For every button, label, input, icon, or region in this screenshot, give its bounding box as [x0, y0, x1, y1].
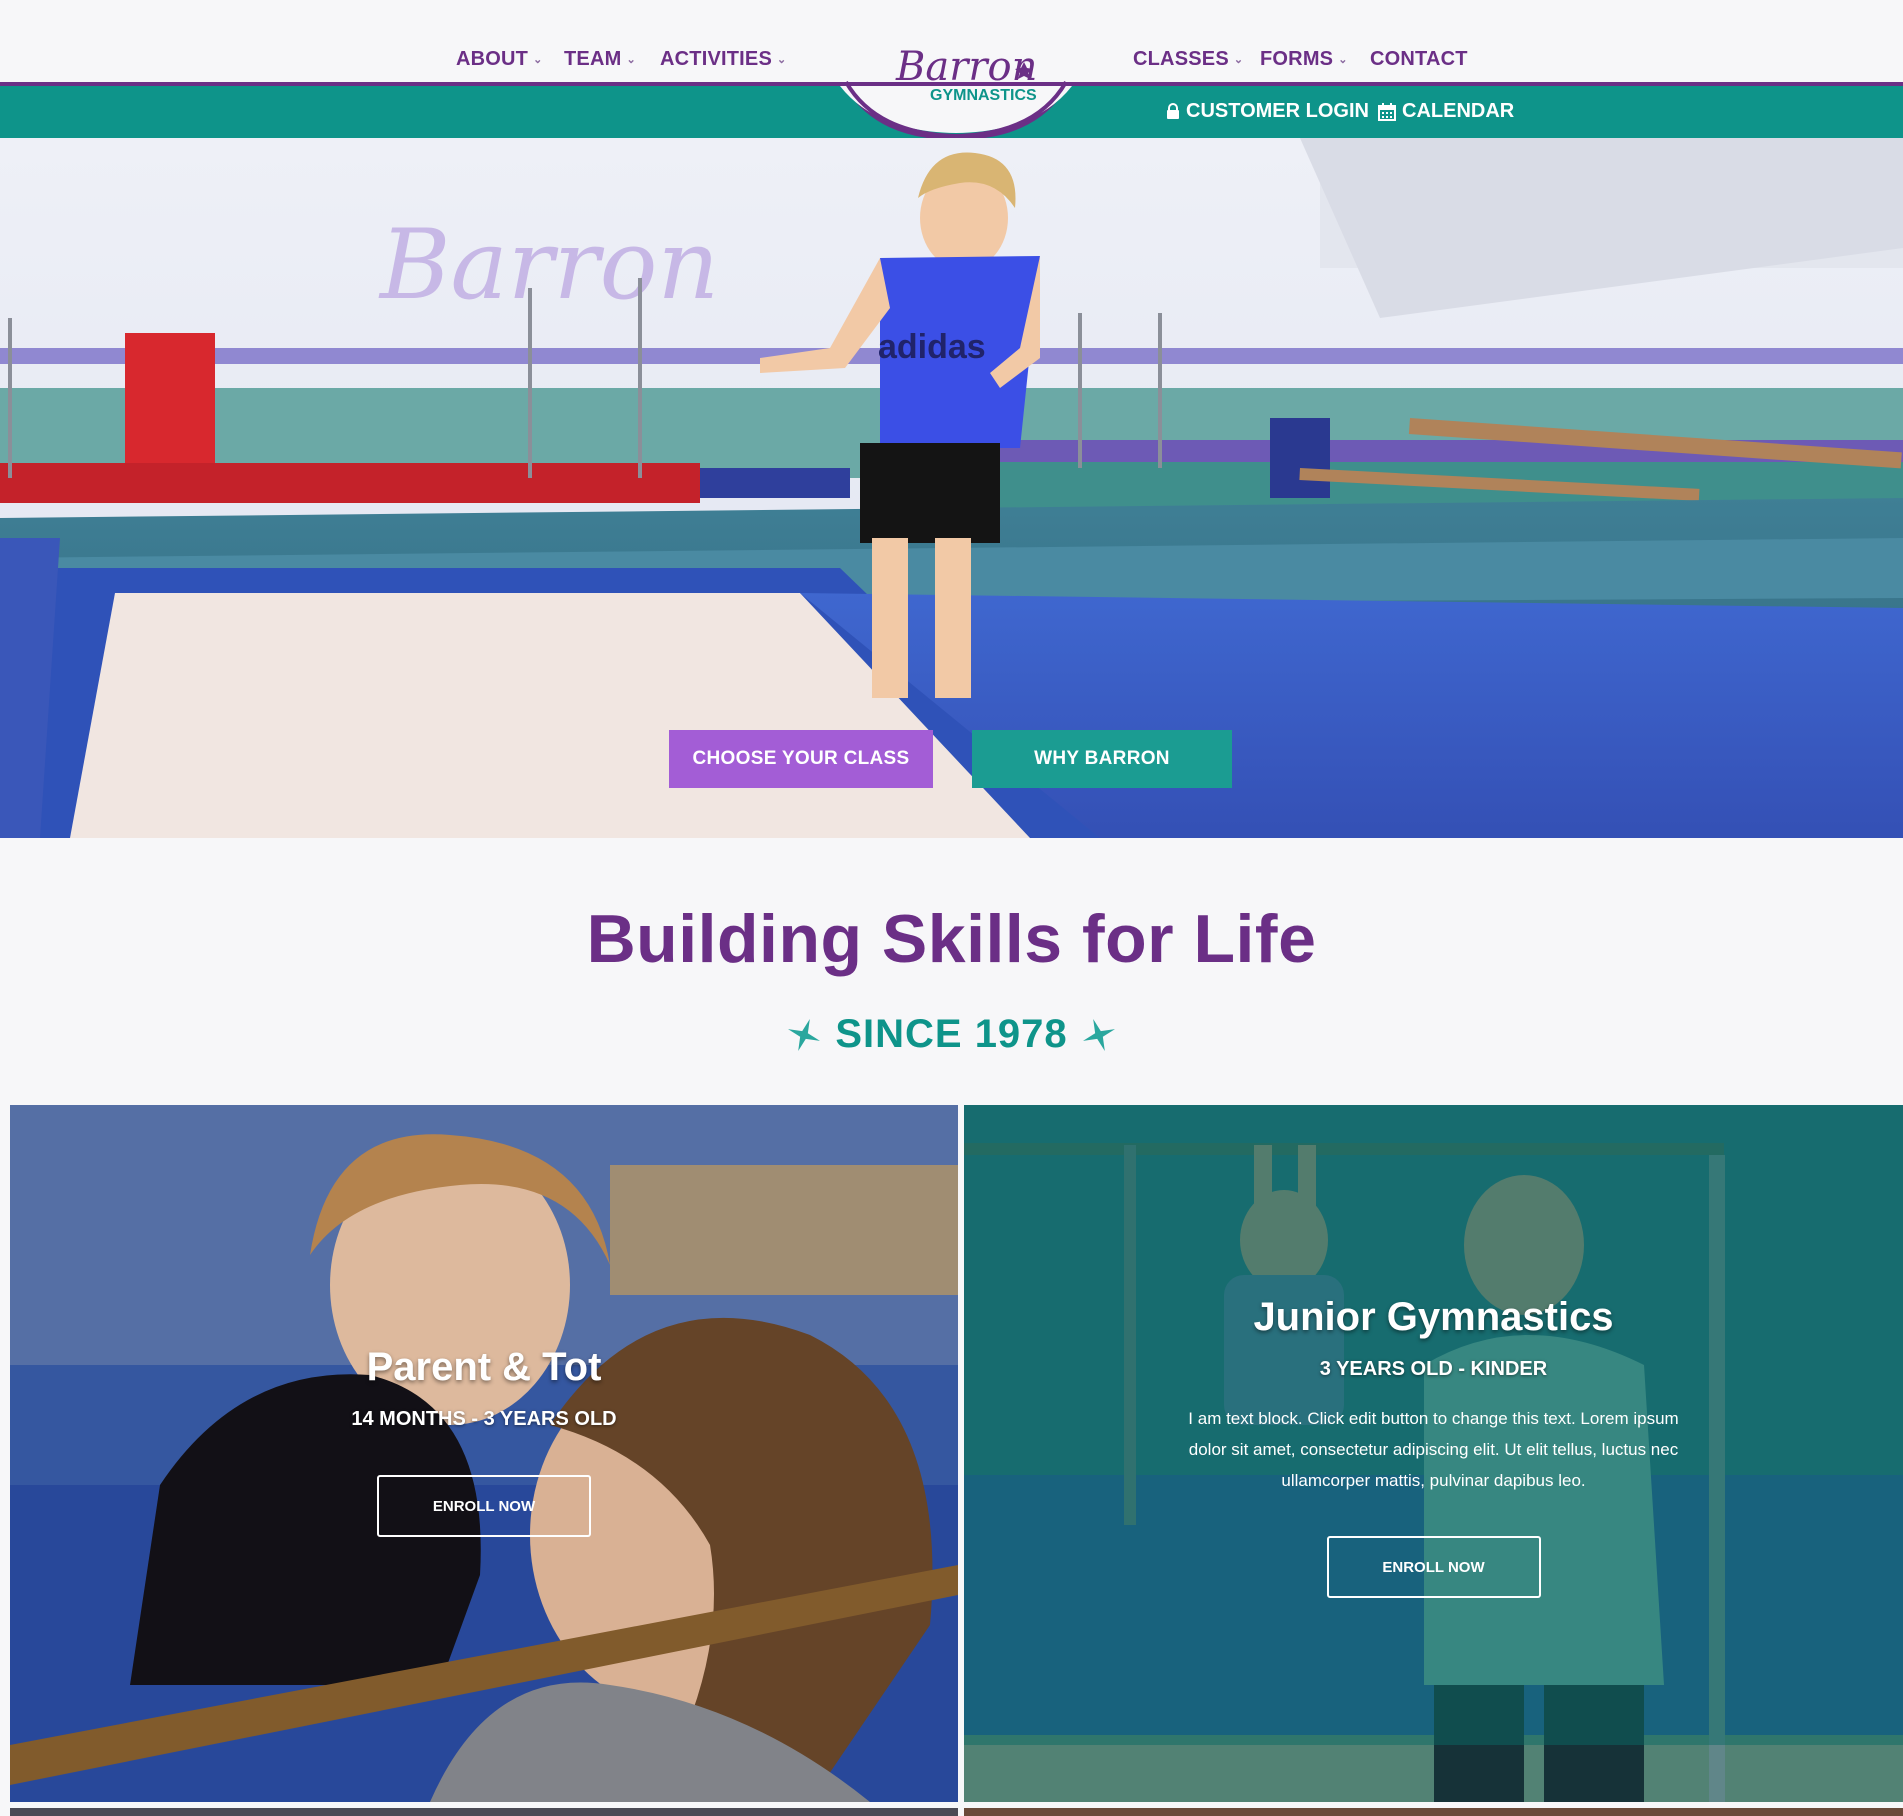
- calendar-link[interactable]: CALENDAR: [1378, 100, 1514, 123]
- class-title: Junior Gymnastics: [1253, 1295, 1614, 1339]
- calendar-icon: [1378, 102, 1396, 121]
- class-card-parent-tot: Parent & Tot 14 MONTHS - 3 YEARS OLD ENR…: [10, 1105, 958, 1802]
- hero-banner: Barron adidas CHOOSE YOUR CLASS WHY BARR…: [0, 138, 1903, 838]
- class-description: I am text block. Click edit button to ch…: [1188, 1409, 1679, 1490]
- hero-photo: Barron adidas: [0, 138, 1903, 838]
- site-header: ABOUT ⌄ TEAM ⌄ ACTIVITIES ⌄ CLASSES ⌄ FORMS ⌄…: [0, 0, 1903, 140]
- class-title: Parent & Tot: [366, 1345, 602, 1389]
- chevron-down-icon: ⌄: [533, 54, 543, 67]
- chevron-down-icon: ⌄: [777, 54, 787, 67]
- nav-item-team[interactable]: TEAM ⌄: [564, 48, 636, 71]
- nav-item-about[interactable]: ABOUT ⌄: [456, 48, 543, 71]
- next-card-peek-left: [10, 1808, 958, 1816]
- customer-login-link[interactable]: CUSTOMER LOGIN: [1166, 100, 1369, 123]
- class-age-range: 14 MONTHS - 3 YEARS OLD: [351, 1408, 617, 1430]
- calendar-label: CALENDAR: [1402, 100, 1515, 122]
- lock-icon: [1167, 103, 1179, 119]
- nav-label: FORMS: [1260, 48, 1334, 70]
- chevron-down-icon: ⌄: [626, 54, 636, 67]
- nav-label: CLASSES: [1133, 48, 1229, 70]
- next-card-peek-right: [964, 1808, 1903, 1816]
- page-headline: Building Skills for Life: [586, 901, 1317, 977]
- since-text: SINCE 1978: [835, 1012, 1068, 1056]
- wall-logo-text: Barron: [378, 209, 719, 321]
- parent-tot-content: Parent & Tot 14 MONTHS - 3 YEARS OLD ENR…: [10, 1345, 958, 1537]
- since-tagline: SINCE 1978: [0, 1012, 1903, 1057]
- nav-item-contact[interactable]: CONTACT: [1370, 48, 1468, 71]
- enroll-now-button[interactable]: ENROLL NOW: [1326, 1536, 1541, 1598]
- nav-item-forms[interactable]: FORMS ⌄: [1260, 48, 1348, 71]
- logo-sub-text: GYMNASTICS: [930, 87, 1037, 104]
- shirt-logo-text: adidas: [878, 328, 986, 366]
- chevron-down-icon: ⌄: [1233, 54, 1244, 67]
- chevron-down-icon: ⌄: [1338, 54, 1348, 67]
- class-age-range: 3 YEARS OLD - KINDER: [1319, 1358, 1548, 1380]
- nav-item-classes[interactable]: CLASSES ⌄: [1133, 48, 1243, 71]
- site-logo[interactable]: Barron GYMNASTICS: [836, 0, 1076, 140]
- logo-script-text: Barron: [895, 44, 1037, 90]
- nav-label: TEAM: [564, 48, 622, 70]
- sparkle-star-icon: [788, 1018, 821, 1051]
- sparkle-star-icon: [1082, 1018, 1115, 1051]
- choose-class-button[interactable]: CHOOSE YOUR CLASS: [669, 730, 933, 788]
- nav-item-activities[interactable]: ACTIVITIES ⌄: [660, 48, 786, 71]
- nav-label: ACTIVITIES: [660, 48, 773, 70]
- customer-login-label: CUSTOMER LOGIN: [1186, 100, 1369, 122]
- junior-gymnastics-content: Junior Gymnastics 3 YEARS OLD - KINDER I…: [964, 1295, 1903, 1598]
- nav-label: CONTACT: [1370, 48, 1468, 70]
- why-barron-button[interactable]: WHY BARRON: [972, 730, 1232, 788]
- enroll-now-button[interactable]: ENROLL NOW: [377, 1475, 591, 1537]
- nav-label: ABOUT: [456, 48, 529, 70]
- class-card-junior-gymnastics: Junior Gymnastics 3 YEARS OLD - KINDER I…: [964, 1105, 1903, 1802]
